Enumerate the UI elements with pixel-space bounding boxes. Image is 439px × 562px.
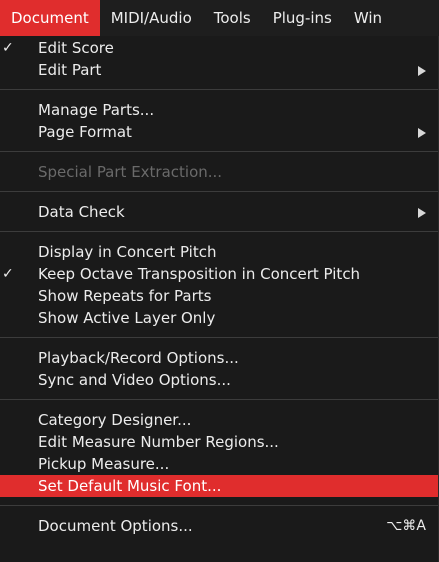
- menu-item-label: Set Default Music Font...: [38, 477, 222, 495]
- menu-item-show-active-layer-only[interactable]: Show Active Layer Only: [0, 307, 438, 329]
- menubar-midi-audio[interactable]: MIDI/Audio: [100, 0, 203, 36]
- menu-item-label: Keep Octave Transposition in Concert Pit…: [38, 265, 361, 283]
- menu-bar: Document MIDI/Audio Tools Plug-ins Win: [0, 0, 439, 36]
- menu-item-sync-video-options[interactable]: Sync and Video Options...: [0, 369, 438, 391]
- menu-item-category-designer[interactable]: Category Designer...: [0, 409, 438, 431]
- menu-item-page-format[interactable]: Page Format: [0, 121, 438, 143]
- menu-item-keep-octave-transposition[interactable]: ✓ Keep Octave Transposition in Concert P…: [0, 263, 438, 285]
- menu-item-label: Sync and Video Options...: [38, 371, 231, 389]
- document-menu: ✓ Edit Score Edit Part Manage Parts... P…: [0, 36, 439, 562]
- menu-item-edit-part[interactable]: Edit Part: [0, 59, 438, 81]
- menu-separator: [0, 143, 438, 160]
- menu-item-set-default-music-font[interactable]: Set Default Music Font...: [0, 475, 438, 497]
- menubar-plug-ins[interactable]: Plug-ins: [262, 0, 343, 36]
- menu-item-special-part-extraction: Special Part Extraction...: [0, 161, 438, 183]
- keyboard-shortcut: ⌥⌘A: [386, 518, 426, 534]
- menu-item-label: Data Check: [38, 203, 125, 221]
- menu-separator: [0, 183, 438, 200]
- checkmark-icon: ✓: [2, 266, 14, 282]
- menubar-tools[interactable]: Tools: [203, 0, 262, 36]
- menubar-document[interactable]: Document: [0, 0, 100, 36]
- menu-item-pickup-measure[interactable]: Pickup Measure...: [0, 453, 438, 475]
- menu-group: Display in Concert Pitch ✓ Keep Octave T…: [0, 240, 438, 329]
- menu-item-label: Pickup Measure...: [38, 455, 170, 473]
- chevron-right-icon: [418, 66, 426, 76]
- menu-group: Playback/Record Options... Sync and Vide…: [0, 346, 438, 391]
- checkmark-icon: ✓: [2, 40, 14, 56]
- chevron-right-icon: [418, 208, 426, 218]
- menu-item-data-check[interactable]: Data Check: [0, 201, 438, 223]
- menubar-window[interactable]: Win: [343, 0, 393, 36]
- menu-group: ✓ Edit Score Edit Part: [0, 36, 438, 81]
- menu-item-label: Manage Parts...: [38, 101, 155, 119]
- menu-item-label: Page Format: [38, 123, 132, 141]
- menu-group: Document Options... ⌥⌘A: [0, 514, 438, 537]
- menu-item-label: Show Active Layer Only: [38, 309, 216, 327]
- menu-group: Data Check: [0, 200, 438, 223]
- menu-item-show-repeats-for-parts[interactable]: Show Repeats for Parts: [0, 285, 438, 307]
- menu-item-edit-score[interactable]: ✓ Edit Score: [0, 37, 438, 59]
- menu-item-document-options[interactable]: Document Options... ⌥⌘A: [0, 515, 438, 537]
- menu-separator: [0, 391, 438, 408]
- menu-separator: [0, 81, 438, 98]
- menu-item-label: Special Part Extraction...: [38, 163, 223, 181]
- menu-item-display-concert-pitch[interactable]: Display in Concert Pitch: [0, 241, 438, 263]
- menu-item-label: Edit Part: [38, 61, 102, 79]
- menu-item-label: Display in Concert Pitch: [38, 243, 217, 261]
- menu-item-manage-parts[interactable]: Manage Parts...: [0, 99, 438, 121]
- menu-item-label: Document Options...: [38, 517, 193, 535]
- menu-separator: [0, 223, 438, 240]
- menu-item-label: Edit Score: [38, 39, 114, 57]
- menu-separator: [0, 497, 438, 514]
- menu-group: Manage Parts... Page Format: [0, 98, 438, 143]
- menu-item-edit-measure-number-regions[interactable]: Edit Measure Number Regions...: [0, 431, 438, 453]
- chevron-right-icon: [418, 128, 426, 138]
- menu-separator: [0, 329, 438, 346]
- menu-item-label: Show Repeats for Parts: [38, 287, 212, 305]
- menu-item-playback-record-options[interactable]: Playback/Record Options...: [0, 347, 438, 369]
- menu-group: Category Designer... Edit Measure Number…: [0, 408, 438, 497]
- menu-group: Special Part Extraction...: [0, 160, 438, 183]
- menu-item-label: Playback/Record Options...: [38, 349, 239, 367]
- menu-item-label: Edit Measure Number Regions...: [38, 433, 279, 451]
- menu-item-label: Category Designer...: [38, 411, 192, 429]
